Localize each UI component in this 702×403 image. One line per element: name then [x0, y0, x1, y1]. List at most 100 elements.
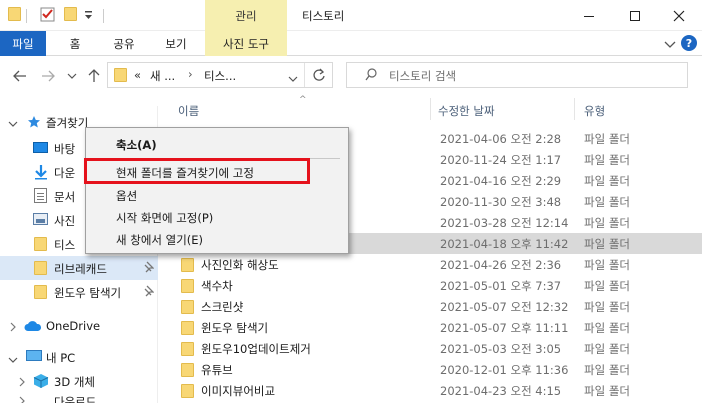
- folder-icon: [181, 342, 194, 359]
- breadcrumb-segment[interactable]: 새 ...: [150, 68, 175, 84]
- tab-file[interactable]: 파일: [0, 31, 46, 56]
- menu-item-pin-to-start[interactable]: 시작 화면에 고정(P): [86, 207, 348, 228]
- menu-item-collapse[interactable]: 축소(A): [86, 134, 348, 155]
- minimize-button[interactable]: [566, 0, 612, 31]
- tab-share[interactable]: 공유: [104, 31, 144, 56]
- file-type: 파일 폴더: [584, 132, 630, 146]
- nav-item-label: 내 PC: [46, 351, 76, 365]
- up-arrow-icon: [88, 69, 100, 82]
- expand-ribbon-icon[interactable]: [664, 38, 676, 52]
- tab-view-label: 보기: [165, 36, 187, 51]
- nav-onedrive[interactable]: OneDrive: [0, 314, 158, 338]
- title-bar: 관리 티스토리: [0, 0, 702, 31]
- file-type: 파일 폴더: [584, 174, 630, 188]
- chevron-right-icon[interactable]: [18, 376, 26, 390]
- folder-icon: [181, 384, 194, 401]
- nav-quick-access-label: 즐겨찾기: [46, 116, 89, 130]
- chevron-right-icon[interactable]: [18, 395, 26, 403]
- table-row[interactable]: 유튜브 2020-12-01 오후 11:36 파일 폴더: [166, 359, 702, 380]
- nav-item-label: 윈도우 탐색기: [54, 286, 122, 300]
- column-header-date[interactable]: 수정한 날짜: [438, 103, 495, 119]
- help-icon[interactable]: ?: [681, 35, 697, 51]
- folder-icon: [181, 279, 194, 296]
- file-type: 파일 폴더: [584, 195, 630, 209]
- file-date: 2021-05-01 오후 7:37: [440, 279, 562, 293]
- nav-item-windows-explorer[interactable]: 윈도우 탐색기: [0, 280, 158, 304]
- menu-item-label: 시작 화면에 고정(P): [116, 210, 214, 225]
- file-name: 이미지뷰어비교: [201, 384, 276, 398]
- breadcrumb-segment[interactable]: 티스...: [204, 68, 236, 84]
- table-row[interactable]: 색수차 2021-05-01 오후 7:37 파일 폴더: [166, 275, 702, 296]
- folder-icon[interactable]: [8, 7, 21, 24]
- menu-item-label: 새 창에서 열기(E): [116, 232, 204, 247]
- tab-home[interactable]: 홈: [60, 31, 90, 56]
- separator: [26, 9, 27, 23]
- table-row[interactable]: 이미지뷰어비교 2021-04-23 오전 4:15 파일 폴더: [166, 380, 702, 401]
- address-overflow[interactable]: «: [134, 68, 141, 82]
- folder-icon: [34, 237, 47, 254]
- nav-this-pc[interactable]: 내 PC: [0, 345, 158, 369]
- chevron-down-icon[interactable]: [8, 353, 18, 367]
- menu-item-options[interactable]: 옵션: [86, 185, 348, 206]
- file-date: 2021-05-07 오전 12:32: [440, 300, 569, 314]
- address-history-button[interactable]: [288, 72, 298, 86]
- window-title: 티스토리: [302, 9, 345, 23]
- star-icon: [27, 115, 41, 132]
- pin-icon[interactable]: [143, 261, 155, 276]
- refresh-button[interactable]: [312, 68, 326, 85]
- forward-arrow-icon: [42, 70, 55, 82]
- search-box[interactable]: 티스토리 검색: [346, 62, 688, 88]
- file-name: 색수차: [201, 279, 233, 293]
- forward-button[interactable]: [38, 66, 58, 86]
- file-name: 윈도우10업데이트제거: [201, 342, 311, 356]
- folder-icon: [114, 68, 127, 85]
- chevron-right-icon[interactable]: [9, 321, 17, 335]
- column-header-type[interactable]: 유형: [584, 103, 605, 119]
- tab-view[interactable]: 보기: [156, 31, 196, 56]
- file-date: 2020-12-01 오후 11:36: [440, 363, 569, 377]
- computer-icon: [26, 350, 42, 361]
- nav-3d-objects[interactable]: 3D 개체: [0, 369, 158, 393]
- up-button[interactable]: [84, 66, 104, 86]
- nav-item-label: 바탕: [54, 142, 76, 156]
- back-arrow-icon: [13, 70, 26, 82]
- back-button[interactable]: [10, 66, 30, 86]
- folder-icon: [181, 321, 194, 338]
- properties-icon[interactable]: [40, 7, 55, 25]
- table-row[interactable]: 사진인화 해상도 2021-04-26 오전 2:36 파일 폴더: [166, 254, 702, 275]
- menu-item-open-new-window[interactable]: 새 창에서 열기(E): [86, 229, 348, 250]
- nav-downloads-partial[interactable]: 다운로드: [0, 393, 158, 403]
- table-row[interactable]: 윈도우10업데이트제거 2021-05-03 오전 3:05 파일 폴더: [166, 338, 702, 359]
- file-type: 파일 폴더: [584, 153, 630, 167]
- breadcrumb-chevron-icon[interactable]: ›: [188, 67, 193, 81]
- sort-up-icon: ^: [299, 95, 307, 105]
- nav-item-label: OneDrive: [46, 319, 101, 333]
- recent-locations-button[interactable]: [62, 66, 82, 86]
- search-input[interactable]: 티스토리 검색: [389, 68, 456, 84]
- address-bar[interactable]: « 새 ... › 티스...: [107, 62, 333, 88]
- highlight-box: [84, 158, 310, 184]
- file-date: 2021-04-16 오전 2:29: [440, 174, 562, 188]
- customize-toolbar-icon[interactable]: [84, 8, 94, 25]
- close-button[interactable]: [656, 0, 702, 31]
- new-folder-icon[interactable]: [64, 7, 77, 24]
- chevron-down-icon[interactable]: [8, 117, 18, 131]
- address-row: « 새 ... › 티스... 티스토리 검색: [0, 56, 702, 96]
- nav-item-librecad[interactable]: 리브레캐드: [0, 256, 158, 280]
- manage-context-tab[interactable]: 관리: [205, 0, 287, 31]
- file-date: 2021-04-23 오전 4:15: [440, 384, 562, 398]
- column-header-name[interactable]: 이름: [178, 103, 199, 119]
- maximize-button[interactable]: [612, 0, 658, 31]
- tab-home-label: 홈: [69, 36, 81, 51]
- table-row[interactable]: 스크린샷 2021-05-07 오전 12:32 파일 폴더: [166, 296, 702, 317]
- table-row[interactable]: 윈도우 탐색기 2021-05-07 오후 11:11 파일 폴더: [166, 317, 702, 338]
- cloud-icon: [24, 320, 42, 335]
- chevron-down-icon: [67, 73, 77, 79]
- pin-icon[interactable]: [143, 285, 155, 300]
- file-date: 2020-11-24 오전 1:17: [440, 153, 562, 167]
- nav-item-label: 3D 개체: [54, 375, 95, 389]
- column-divider[interactable]: [574, 98, 575, 120]
- tab-picture-tools[interactable]: 사진 도구: [205, 31, 287, 56]
- column-divider[interactable]: [430, 98, 431, 120]
- file-name: 사진인화 해상도: [201, 258, 279, 272]
